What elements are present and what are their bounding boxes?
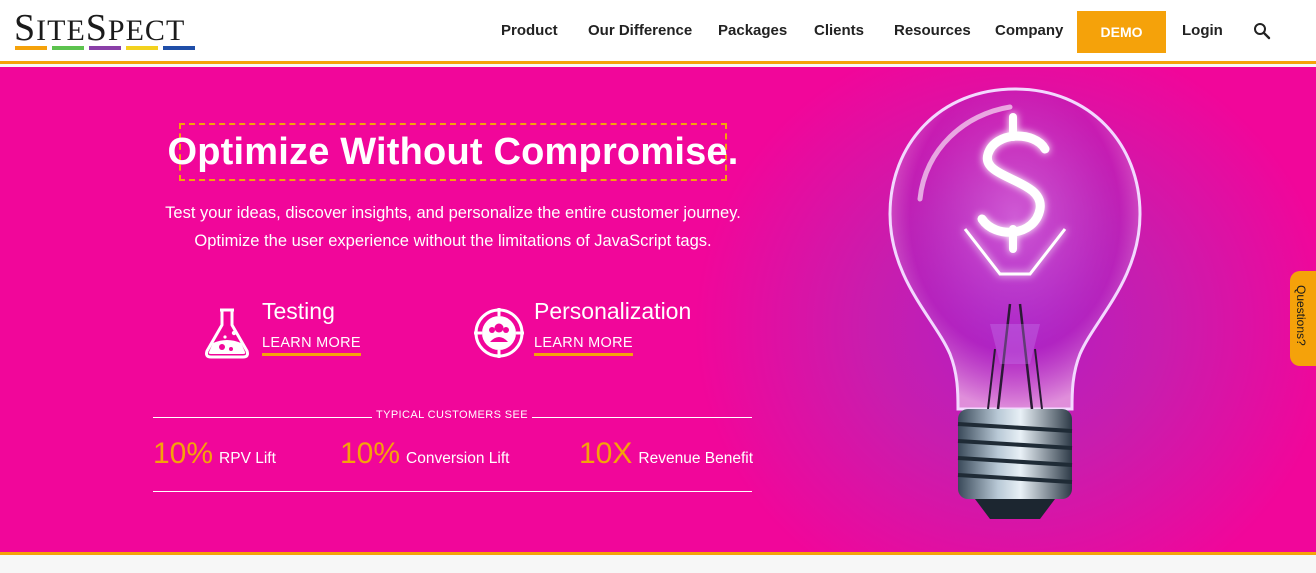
stat-value: 10X (579, 437, 633, 470)
stat-label: Revenue Benefit (638, 450, 753, 467)
stat-rpv-lift: 10% RPV Lift (153, 437, 276, 471)
logo-bar (89, 46, 121, 50)
nav-company[interactable]: Company (995, 22, 1063, 39)
feature-title-testing: Testing (262, 298, 335, 324)
logo-bar (15, 46, 47, 50)
learn-more-testing-link[interactable]: LEARN MORE (262, 335, 361, 356)
stats-divider (153, 417, 372, 418)
stat-conversion-lift: 10% Conversion Lift (340, 437, 509, 471)
hero-headline: Optimize Without Compromise. (167, 130, 739, 173)
questions-tab-label: Questions? (1294, 285, 1308, 346)
headline-focus-box: Optimize Without Compromise. (167, 123, 738, 181)
learn-more-personalization-link[interactable]: LEARN MORE (534, 335, 633, 356)
logo-bar (52, 46, 84, 50)
nav-our-difference[interactable]: Our Difference (588, 22, 692, 39)
stat-value: 10% (153, 437, 214, 470)
questions-tab[interactable]: Questions? (1290, 271, 1316, 366)
stat-revenue-benefit: 10X Revenue Benefit (579, 437, 753, 471)
hero-subtext: Test your ideas, discover insights, and … (165, 204, 741, 250)
stats-divider (153, 491, 752, 492)
stats-divider (532, 417, 752, 418)
logo-color-bars (15, 46, 195, 50)
flask-icon (205, 308, 249, 359)
feature-title-personalization: Personalization (534, 298, 692, 324)
stats-caption: TYPICAL CUSTOMERS SEE (375, 409, 529, 421)
search-icon[interactable] (1253, 22, 1271, 40)
logo-bar (126, 46, 158, 50)
hero-section: Optimize Without Compromise. Test your i… (0, 67, 1316, 552)
page-below-fold (0, 555, 1316, 573)
stat-label: RPV Lift (219, 450, 276, 467)
stat-value: 10% (340, 437, 401, 470)
login-link[interactable]: Login (1182, 22, 1223, 39)
site-header: SITESPECT Product Our Difference Package… (0, 0, 1316, 64)
lightbulb-dollar-illustration (888, 87, 1142, 519)
demo-button[interactable]: DEMO (1077, 11, 1166, 53)
nav-product[interactable]: Product (501, 22, 558, 39)
logo-bar (163, 46, 195, 50)
sitespect-logo[interactable]: SITESPECT (14, 7, 200, 52)
nav-packages[interactable]: Packages (718, 22, 787, 39)
users-target-icon (474, 308, 524, 358)
logo-wordmark: SITESPECT (14, 7, 186, 49)
nav-clients[interactable]: Clients (814, 22, 864, 39)
stat-label: Conversion Lift (406, 450, 510, 467)
nav-resources[interactable]: Resources (894, 22, 971, 39)
